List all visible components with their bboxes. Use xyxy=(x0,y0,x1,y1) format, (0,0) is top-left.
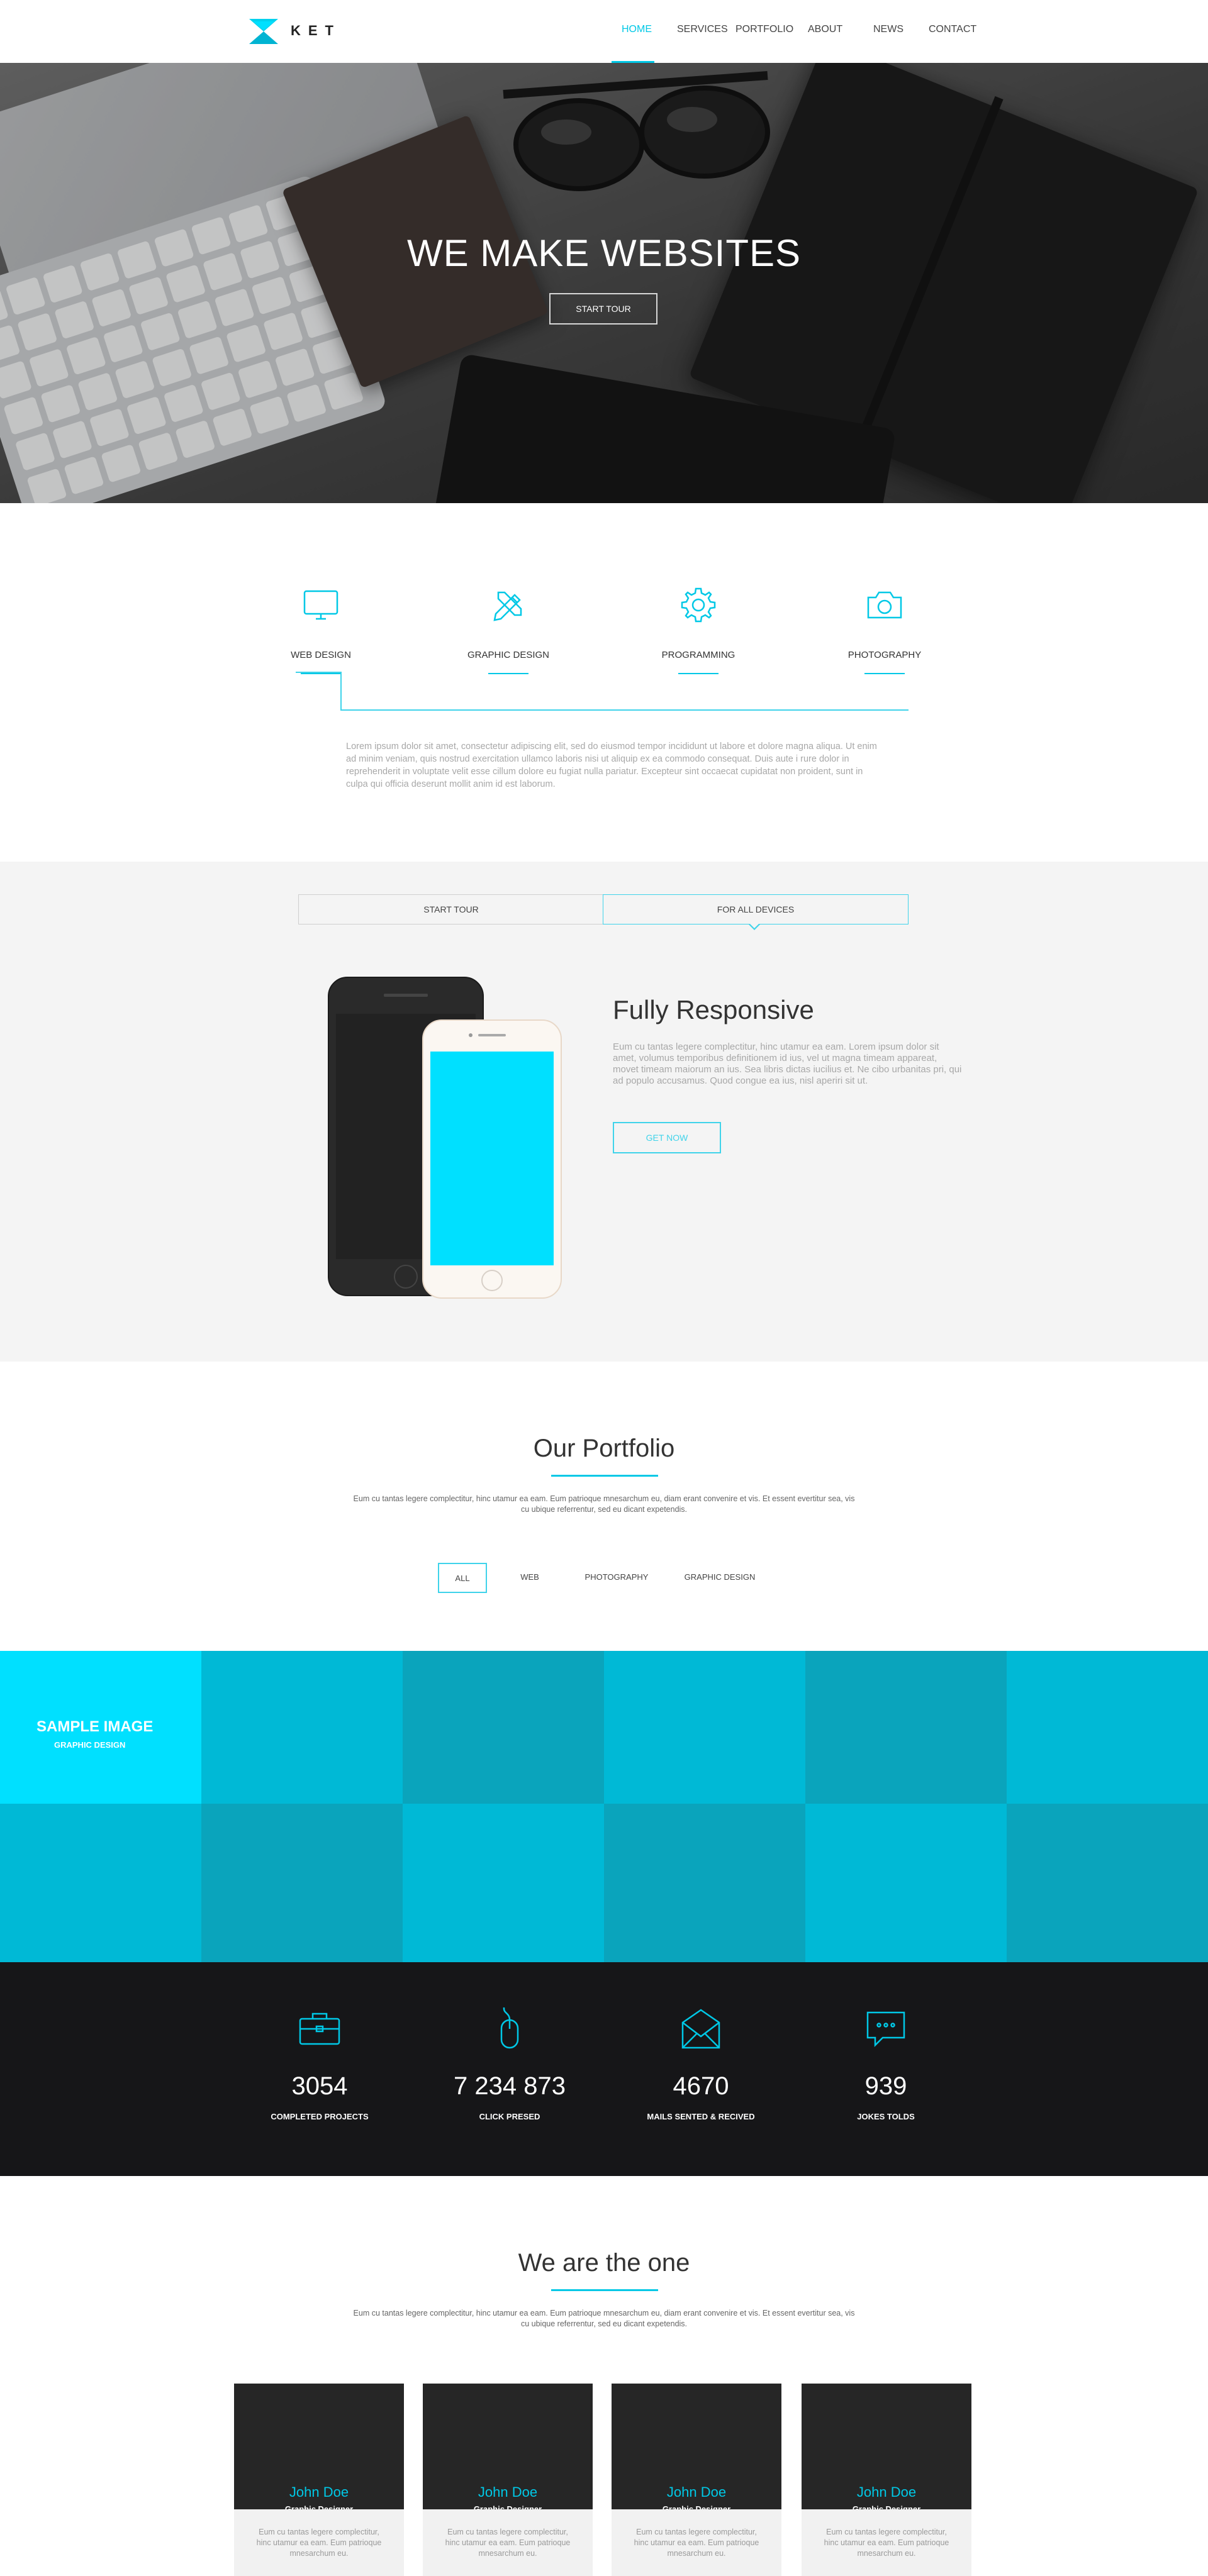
portfolio-tile[interactable] xyxy=(201,1804,403,1962)
team-member-card[interactable]: John Doe Graphic Designer Eum cu tantas … xyxy=(612,2384,781,2576)
team-description: Eum cu tantas legere complectitur, hinc … xyxy=(353,2309,855,2328)
member-name: John Doe xyxy=(666,2484,727,2500)
start-tour-button[interactable]: START TOUR xyxy=(549,293,657,325)
portfolio-tile[interactable] xyxy=(604,1651,805,1804)
stat-value: 7 234 873 xyxy=(454,2072,566,2100)
member-bio: Eum cu tantas legere complectitur, hinc … xyxy=(802,2509,971,2576)
stat-label: JOKES TOLDS xyxy=(857,2112,915,2121)
stat-value: 3054 xyxy=(291,2072,348,2100)
portfolio-tile[interactable] xyxy=(403,1804,604,1962)
portfolio-tile[interactable] xyxy=(805,1804,1007,1962)
ket-logo-icon[interactable] xyxy=(249,19,278,44)
tab-start-tour[interactable]: START TOUR xyxy=(298,894,604,924)
hero-banner: WE MAKE WEBSITES START TOUR xyxy=(0,63,1208,503)
service-label: GRAPHIC DESIGN xyxy=(467,650,550,660)
service-graphic-design[interactable]: GRAPHIC DESIGN xyxy=(445,585,571,674)
top-navbar: KET HOME SERVICES PORTFOLIO ABOUT NEWS C… xyxy=(0,0,1208,63)
services-section: WEB DESIGN GRAPHIC DESIGN PROGRAMMING PH… xyxy=(0,503,1208,862)
portfolio-title: Our Portfolio xyxy=(533,1435,675,1462)
filter-web[interactable]: WEB xyxy=(511,1563,549,1593)
pencil-ruler-icon xyxy=(493,591,522,621)
service-web-design[interactable]: WEB DESIGN xyxy=(258,585,384,674)
chat-icon xyxy=(866,2011,905,2048)
camera-icon xyxy=(867,591,902,619)
portfolio-tile[interactable] xyxy=(604,1804,805,1962)
white-phone-screen xyxy=(430,1052,554,1265)
nav-contact[interactable]: CONTACT xyxy=(929,24,976,35)
member-bio: Eum cu tantas legere complectitur, hinc … xyxy=(423,2509,593,2576)
phones-illustration xyxy=(328,977,562,1299)
tile-title: SAMPLE IMAGE xyxy=(36,1718,154,1735)
member-name: John Doe xyxy=(478,2484,538,2500)
nav-home[interactable]: HOME xyxy=(622,24,652,35)
mail-icon xyxy=(681,2009,720,2049)
gear-icon xyxy=(681,587,716,623)
portfolio-section: Our Portfolio Eum cu tantas legere compl… xyxy=(0,1362,1208,1651)
stat-value: 939 xyxy=(864,2072,907,2100)
stat-completed-projects: 3054 COMPLETED PROJECTS xyxy=(250,2006,389,2121)
service-programming[interactable]: PROGRAMMING xyxy=(635,585,761,674)
stats-section: 3054 COMPLETED PROJECTS 7 234 873 CLICK … xyxy=(0,1962,1208,2176)
filter-all[interactable]: ALL xyxy=(438,1563,487,1593)
stat-label: COMPLETED PROJECTS xyxy=(271,2112,369,2121)
stat-value: 4670 xyxy=(673,2072,729,2100)
mouse-icon xyxy=(500,2007,519,2049)
stat-mails: 4670 MAILS SENTED & RECIVED xyxy=(632,2006,770,2121)
service-photography[interactable]: PHOTOGRAPHY xyxy=(822,585,948,674)
member-name: John Doe xyxy=(856,2484,917,2500)
stat-label: MAILS SENTED & RECIVED xyxy=(647,2112,755,2121)
team-section: We are the one Eum cu tantas legere comp… xyxy=(0,2176,1208,2576)
portfolio-tile[interactable] xyxy=(1007,1804,1208,1962)
hero-title: WE MAKE WEBSITES xyxy=(406,232,802,274)
nav-news[interactable]: NEWS xyxy=(873,24,903,35)
briefcase-icon xyxy=(299,2012,340,2045)
service-label: WEB DESIGN xyxy=(291,650,351,660)
stat-click-presed: 7 234 873 CLICK PRESED xyxy=(440,2006,579,2121)
portfolio-description: Eum cu tantas legere complectitur, hinc … xyxy=(353,1494,855,1514)
service-label: PHOTOGRAPHY xyxy=(847,650,922,660)
service-label: PROGRAMMING xyxy=(661,650,735,660)
filter-graphic-design[interactable]: GRAPHIC DESIGN xyxy=(680,1563,760,1593)
member-bio: Eum cu tantas legere complectitur, hinc … xyxy=(234,2509,404,2576)
portfolio-tile[interactable] xyxy=(805,1651,1007,1804)
portfolio-tile[interactable] xyxy=(403,1651,604,1804)
team-title-underline xyxy=(551,2289,658,2291)
tab-caret-fill xyxy=(749,923,759,928)
member-bio: Eum cu tantas legere complectitur, hinc … xyxy=(612,2509,781,2576)
team-member-card[interactable]: John Doe Graphic Designer Eum cu tantas … xyxy=(234,2384,404,2576)
nav-about[interactable]: ABOUT xyxy=(808,24,842,35)
team-title: We are the one xyxy=(518,2249,690,2277)
member-name: John Doe xyxy=(289,2484,349,2500)
services-description: Lorem ipsum dolor sit amet, consectetur … xyxy=(346,741,877,789)
stat-label: CLICK PRESED xyxy=(479,2112,540,2121)
team-member-card[interactable]: John Doe Graphic Designer Eum cu tantas … xyxy=(802,2384,971,2576)
hero-overlay xyxy=(0,63,1208,503)
devices-section: START TOUR FOR ALL DEVICES Fully Respons… xyxy=(0,862,1208,1362)
portfolio-grid: SAMPLE IMAGE GRAPHIC DESIGN xyxy=(0,1651,1208,1962)
monitor-icon xyxy=(303,590,338,620)
portfolio-tile[interactable] xyxy=(201,1651,403,1804)
responsive-title: Fully Responsive xyxy=(613,995,814,1024)
filter-photography[interactable]: PHOTOGRAPHY xyxy=(579,1563,654,1593)
nav-portfolio[interactable]: PORTFOLIO xyxy=(735,24,793,35)
portfolio-tile[interactable] xyxy=(0,1804,201,1962)
tab-for-all-devices[interactable]: FOR ALL DEVICES xyxy=(603,894,909,924)
tile-subtitle: GRAPHIC DESIGN xyxy=(54,1740,126,1750)
brand-name[interactable]: KET xyxy=(291,23,341,39)
responsive-text: Eum cu tantas legere complectitur, hinc … xyxy=(613,1041,962,1086)
portfolio-title-underline xyxy=(551,1475,658,1477)
team-member-card[interactable]: John Doe Graphic Designer Eum cu tantas … xyxy=(423,2384,593,2576)
get-now-button[interactable]: GET NOW xyxy=(613,1122,721,1153)
portfolio-tile[interactable] xyxy=(1007,1651,1208,1804)
portfolio-tile[interactable]: SAMPLE IMAGE GRAPHIC DESIGN xyxy=(0,1651,201,1804)
stat-jokes: 939 JOKES TOLDS xyxy=(817,2006,955,2121)
service-connector-line xyxy=(296,672,909,711)
nav-services[interactable]: SERVICES xyxy=(677,24,728,35)
